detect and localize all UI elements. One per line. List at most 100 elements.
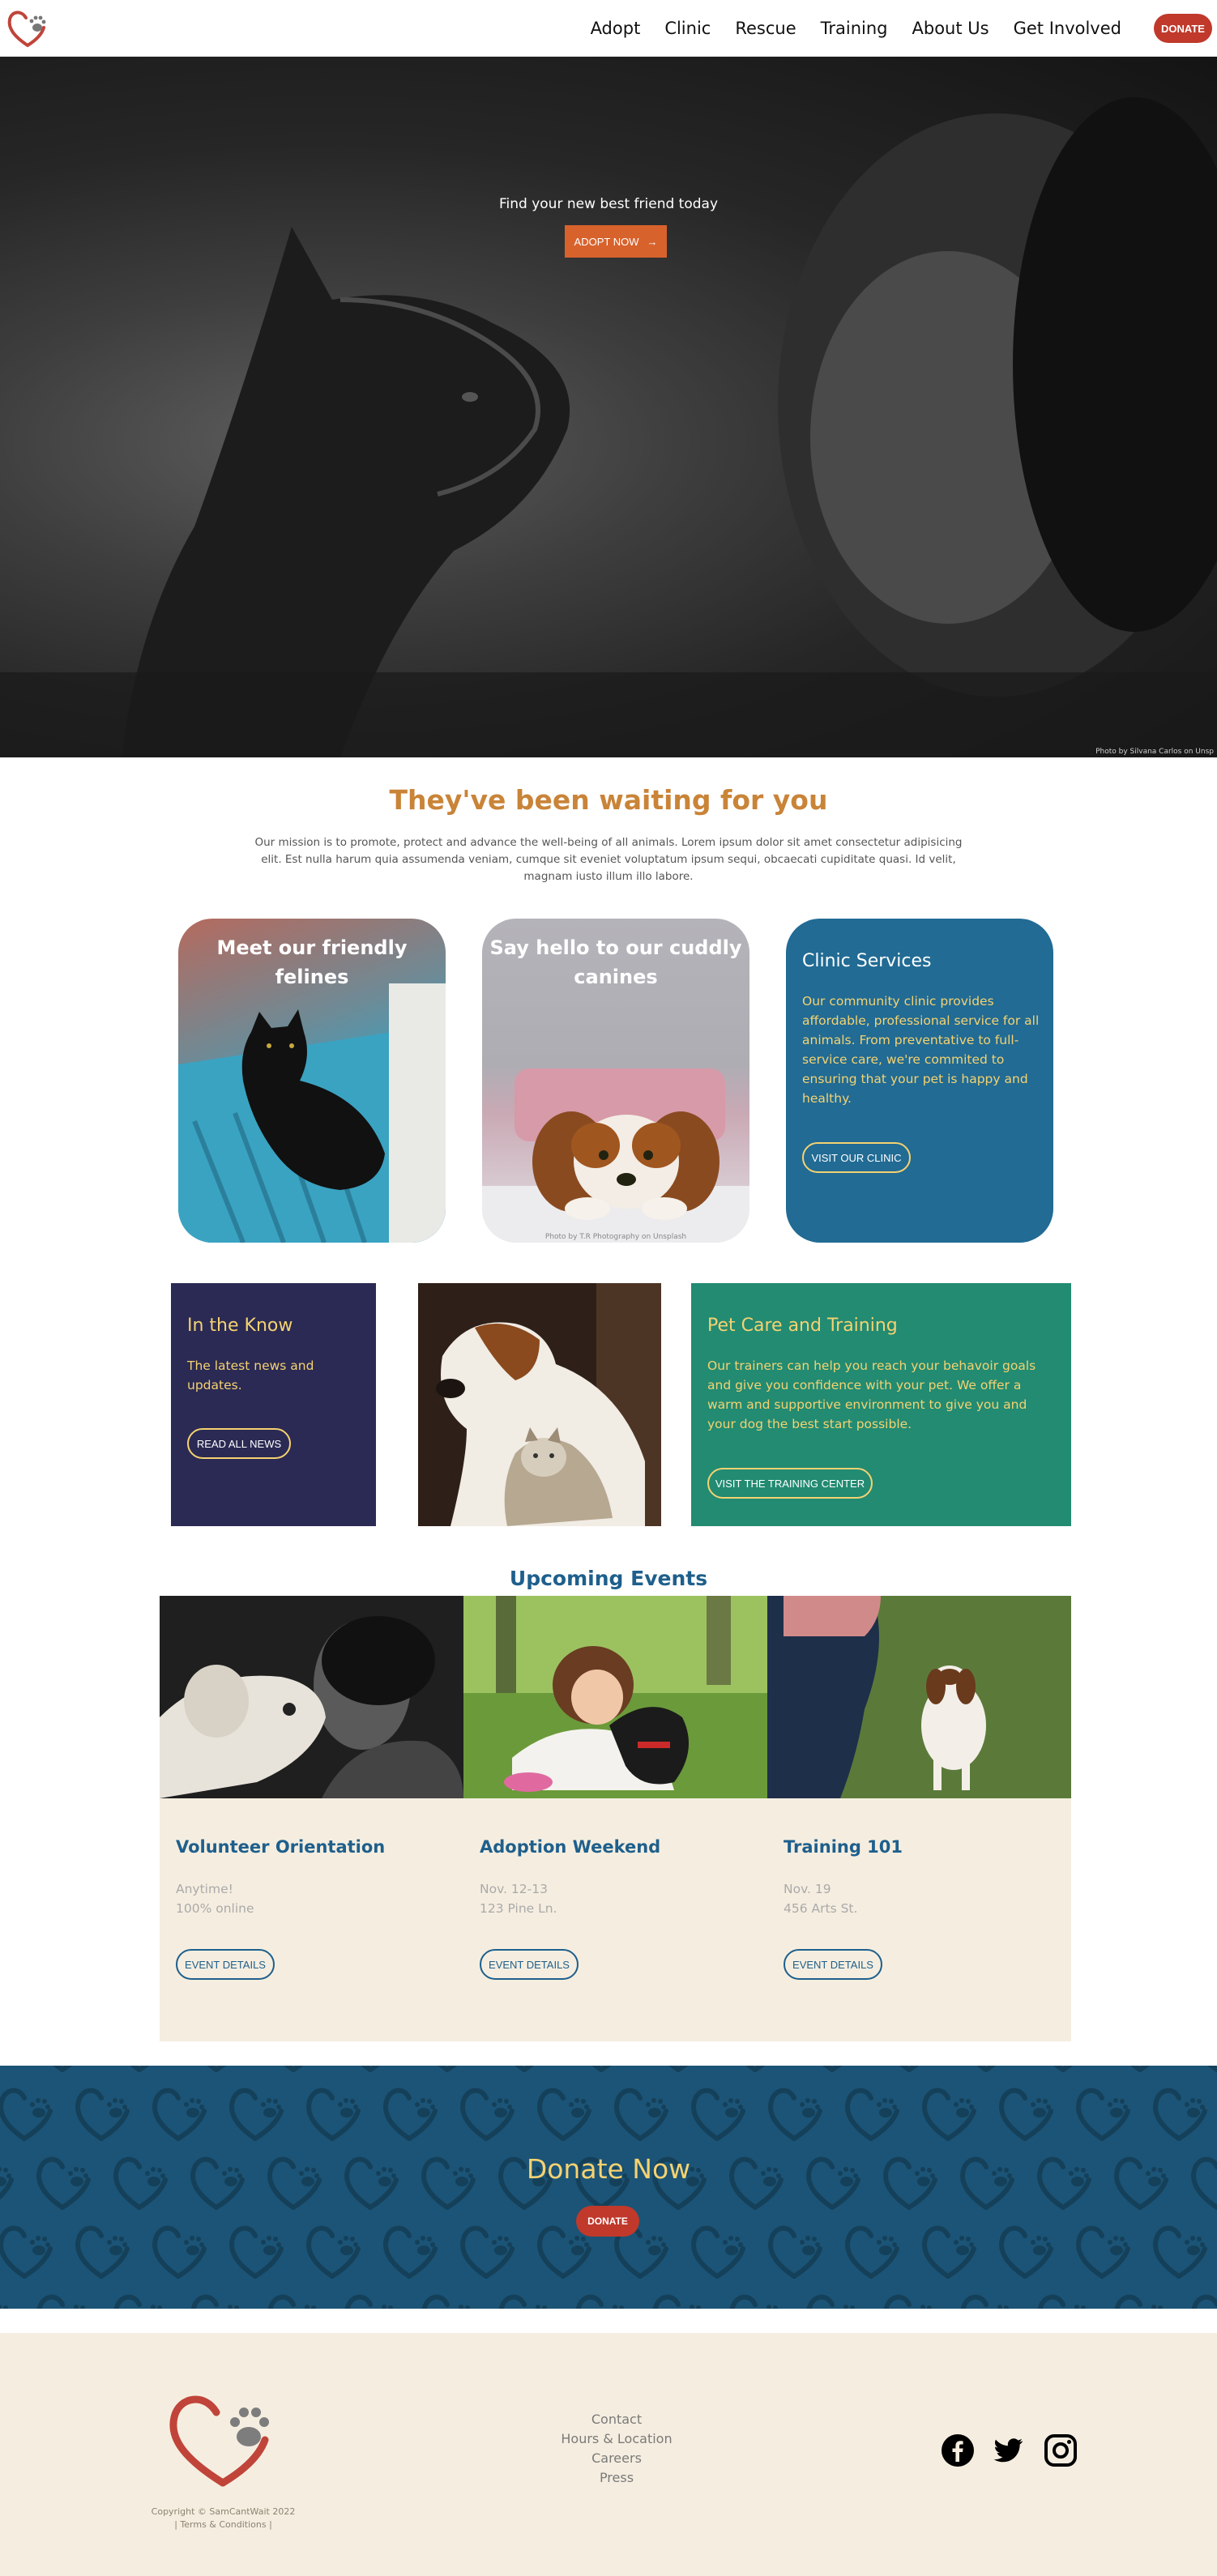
footer-link-contact[interactable]: Contact xyxy=(486,2410,747,2429)
heart-paw-pattern-icon xyxy=(1001,2228,1051,2276)
heart-paw-pattern-icon xyxy=(924,2091,974,2139)
heart-paw-pattern-icon xyxy=(39,2066,88,2070)
nav-rescue[interactable]: Rescue xyxy=(735,16,796,41)
news-text: The latest news and updates. xyxy=(187,1358,314,1392)
header-donate-button[interactable]: DONATE xyxy=(1154,14,1212,43)
event-location: 123 Pine Ln. xyxy=(480,1901,557,1916)
event-details-button[interactable]: EVENT DETAILS xyxy=(176,1949,275,1980)
site-header: Adopt Clinic Rescue Training About Us Ge… xyxy=(0,0,1217,57)
felines-card[interactable]: Meet our friendly felines xyxy=(178,919,446,1243)
adopt-now-button[interactable]: ADOPT NOW → xyxy=(565,225,667,258)
heart-paw-pattern-icon xyxy=(771,2091,820,2139)
heart-paw-pattern-icon xyxy=(963,2297,1012,2309)
event-name: Training 101 xyxy=(784,1837,903,1857)
heart-paw-pattern-icon xyxy=(78,2228,127,2276)
heart-paw-pattern-icon xyxy=(386,2091,435,2139)
heart-paw-logo[interactable] xyxy=(166,2382,280,2495)
copyright-block: Copyright © SamCantWait 2022 | Terms & C… xyxy=(144,2506,302,2531)
heart-paw-pattern-icon xyxy=(463,2091,512,2139)
twitter-icon[interactable] xyxy=(990,2433,1026,2468)
event-card: Adoption Weekend Nov. 12-13 123 Pine Ln.… xyxy=(463,1798,767,2041)
footer-link-press[interactable]: Press xyxy=(486,2468,747,2488)
training-event-photo xyxy=(767,1596,1071,1798)
nav-about-us[interactable]: About Us xyxy=(912,16,989,41)
heart-paw-pattern-icon xyxy=(424,2297,473,2309)
heart-paw-pattern-icon xyxy=(963,2066,1012,2070)
heart-paw-pattern-icon xyxy=(1040,2066,1089,2070)
copyright-text: Copyright © SamCantWait 2022 xyxy=(151,2506,296,2517)
footer-link-hours-location[interactable]: Hours & Location xyxy=(486,2429,747,2449)
heart-paw-pattern-icon xyxy=(1001,2091,1051,2139)
training-panel: Pet Care and Training Our trainers can h… xyxy=(691,1283,1071,1526)
heart-paw-pattern-icon xyxy=(540,2228,589,2276)
event-date: Nov. 19 xyxy=(784,1882,831,1896)
heart-paw-pattern-icon xyxy=(848,2091,897,2139)
heart-paw-pattern-icon xyxy=(1,2091,50,2139)
visit-training-center-button[interactable]: VISIT THE TRAINING CENTER xyxy=(707,1468,873,1499)
hero-photo-credit: Photo by Silvana Carlos on Unsp xyxy=(1095,748,1214,756)
heart-paw-pattern-icon xyxy=(193,2297,242,2309)
heart-paw-pattern-icon xyxy=(501,2066,550,2070)
heart-paw-logo[interactable] xyxy=(6,6,49,50)
event-details-button[interactable]: EVENT DETAILS xyxy=(480,1949,579,1980)
event-name: Adoption Weekend xyxy=(480,1837,661,1857)
donate-banner: Donate Now DONATE xyxy=(0,2066,1217,2309)
canines-photo-credit: Photo by T.R Photography on Unsplash xyxy=(544,1233,687,1241)
heart-paw-pattern-icon xyxy=(655,2297,704,2309)
heart-paw-pattern-icon xyxy=(501,2297,550,2309)
heart-paw-pattern-icon xyxy=(886,2066,935,2070)
nav-get-involved[interactable]: Get Involved xyxy=(1014,16,1121,41)
heart-paw-pattern-icon xyxy=(463,2228,512,2276)
heart-paw-pattern-icon xyxy=(232,2091,281,2139)
heart-paw-pattern-icon xyxy=(386,2228,435,2276)
heart-paw-pattern-icon xyxy=(232,2228,281,2276)
heart-paw-pattern-icon xyxy=(732,2066,781,2070)
heart-paw-pattern-icon xyxy=(270,2066,319,2070)
event-card: Volunteer Orientation Anytime! 100% onli… xyxy=(160,1798,463,2041)
hero-photo xyxy=(0,97,1217,757)
heart-paw-pattern-icon xyxy=(0,2066,11,2070)
news-title: In the Know xyxy=(187,1316,293,1336)
event-location: 100% online xyxy=(176,1901,254,1916)
heart-paw-pattern-icon xyxy=(1,2228,50,2276)
heart-paw-pattern-icon xyxy=(39,2297,88,2309)
heart-paw-pattern-icon xyxy=(886,2297,935,2309)
adoption-event-photo xyxy=(463,1596,767,1798)
hero-tagline: Find your new best friend today xyxy=(498,196,719,212)
footer-link-careers[interactable]: Careers xyxy=(486,2449,747,2468)
heart-paw-pattern-icon xyxy=(694,2228,743,2276)
event-details-button[interactable]: EVENT DETAILS xyxy=(784,1949,882,1980)
nav-adopt[interactable]: Adopt xyxy=(591,16,641,41)
visit-clinic-button[interactable]: VISIT OUR CLINIC xyxy=(802,1142,911,1173)
heart-paw-pattern-icon xyxy=(0,2297,11,2309)
mission-text: Our mission is to promote, protect and a… xyxy=(254,836,963,883)
event-date: Nov. 12-13 xyxy=(480,1882,548,1896)
dog-cat-image xyxy=(418,1283,661,1526)
donate-button[interactable]: DONATE xyxy=(576,2206,639,2237)
read-all-news-button[interactable]: READ ALL NEWS xyxy=(187,1428,291,1459)
nav-training[interactable]: Training xyxy=(821,16,888,41)
events-panel: Volunteer Orientation Anytime! 100% onli… xyxy=(160,1798,1071,2041)
page: Adopt Clinic Rescue Training About Us Ge… xyxy=(0,0,1217,2576)
main-nav: Adopt Clinic Rescue Training About Us Ge… xyxy=(591,16,1121,41)
heart-paw-pattern-icon xyxy=(655,2066,704,2070)
heart-paw-pattern-icon xyxy=(771,2228,820,2276)
event-card: Training 101 Nov. 19 456 Arts St. EVENT … xyxy=(767,1798,1071,2041)
terms-link[interactable]: | Terms & Conditions | xyxy=(144,2518,302,2531)
instagram-icon[interactable] xyxy=(1043,2433,1078,2468)
nav-clinic[interactable]: Clinic xyxy=(664,16,711,41)
facebook-icon[interactable] xyxy=(940,2433,976,2468)
heart-paw-pattern-icon xyxy=(78,2091,127,2139)
heart-paw-pattern-icon xyxy=(193,2066,242,2070)
training-text: Our trainers can help you reach your beh… xyxy=(707,1358,1036,1431)
heart-paw-pattern-icon xyxy=(732,2297,781,2309)
hero-banner: Find your new best friend today ADOPT NO… xyxy=(0,57,1217,757)
clinic-card: Clinic Services Our community clinic pro… xyxy=(786,919,1053,1243)
heart-paw-pattern-icon xyxy=(1117,2297,1166,2309)
heart-paw-pattern-icon xyxy=(1155,2228,1205,2276)
adopt-now-label: ADOPT NOW xyxy=(574,235,639,248)
mission-title: They've been waiting for you xyxy=(389,784,828,816)
volunteer-event-photo xyxy=(160,1596,463,1798)
canines-card[interactable]: Say hello to our cuddly canines Photo by… xyxy=(482,919,749,1243)
dog-and-cat-photo xyxy=(418,1283,661,1526)
